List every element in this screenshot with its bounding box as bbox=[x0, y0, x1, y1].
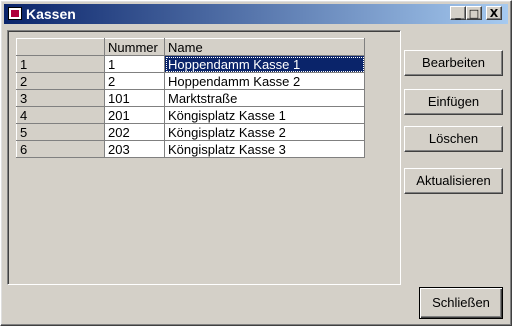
row-header[interactable]: 3 bbox=[16, 89, 105, 107]
cell-name[interactable]: Marktstraße bbox=[164, 89, 365, 107]
delete-button[interactable]: Löschen bbox=[404, 126, 503, 152]
table-row[interactable]: 1 1 Hoppendamm Kasse 1 bbox=[16, 55, 365, 73]
column-header-name[interactable]: Name bbox=[164, 38, 365, 56]
minimize-button[interactable]: _ bbox=[450, 6, 466, 20]
table-row[interactable]: 3 101 Marktstraße bbox=[16, 89, 365, 107]
cell-nummer[interactable]: 2 bbox=[104, 72, 165, 90]
refresh-button[interactable]: Aktualisieren bbox=[404, 168, 503, 194]
cell-name[interactable]: Köngisplatz Kasse 2 bbox=[164, 123, 365, 141]
close-button[interactable]: Schließen bbox=[419, 287, 503, 319]
insert-button[interactable]: Einfügen bbox=[404, 89, 503, 115]
corner-header bbox=[16, 38, 105, 56]
cell-nummer[interactable]: 101 bbox=[104, 89, 165, 107]
cell-name[interactable]: Köngisplatz Kasse 3 bbox=[164, 140, 365, 158]
row-header[interactable]: 4 bbox=[16, 106, 105, 124]
title-bar[interactable]: Kassen _ □ X bbox=[4, 4, 508, 24]
cell-nummer[interactable]: 201 bbox=[104, 106, 165, 124]
cell-nummer[interactable]: 1 bbox=[104, 55, 165, 73]
table-header-row: Nummer Name bbox=[16, 38, 365, 56]
cell-name[interactable]: Köngisplatz Kasse 1 bbox=[164, 106, 365, 124]
table-row[interactable]: 4 201 Köngisplatz Kasse 1 bbox=[16, 106, 365, 124]
row-header[interactable]: 1 bbox=[16, 55, 105, 73]
row-header[interactable]: 5 bbox=[16, 123, 105, 141]
table-row[interactable]: 5 202 Köngisplatz Kasse 2 bbox=[16, 123, 365, 141]
cell-name[interactable]: Hoppendamm Kasse 2 bbox=[164, 72, 365, 90]
table-row[interactable]: 2 2 Hoppendamm Kasse 2 bbox=[16, 72, 365, 90]
cell-nummer[interactable]: 202 bbox=[104, 123, 165, 141]
maximize-button[interactable]: □ bbox=[466, 6, 482, 20]
row-header[interactable]: 2 bbox=[16, 72, 105, 90]
cell-nummer[interactable]: 203 bbox=[104, 140, 165, 158]
kassen-dialog: Kassen _ □ X Nummer Name 1 1 Hoppendamm … bbox=[0, 0, 512, 326]
column-header-nummer[interactable]: Nummer bbox=[104, 38, 165, 56]
close-window-button[interactable]: X bbox=[486, 6, 502, 20]
edit-button[interactable]: Bearbeiten bbox=[404, 50, 503, 76]
kassen-grid[interactable]: Nummer Name 1 1 Hoppendamm Kasse 1 2 2 H… bbox=[7, 30, 401, 285]
row-header[interactable]: 6 bbox=[16, 140, 105, 158]
window-title: Kassen bbox=[26, 6, 76, 22]
kassen-table: Nummer Name 1 1 Hoppendamm Kasse 1 2 2 H… bbox=[16, 38, 365, 158]
app-icon[interactable] bbox=[8, 7, 22, 20]
cell-name[interactable]: Hoppendamm Kasse 1 bbox=[164, 55, 365, 73]
table-row[interactable]: 6 203 Köngisplatz Kasse 3 bbox=[16, 140, 365, 158]
